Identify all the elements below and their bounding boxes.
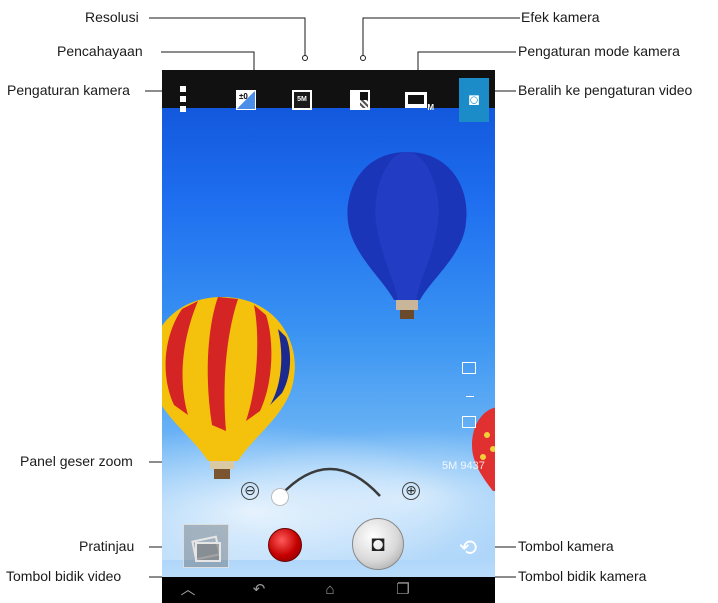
- exposure-icon[interactable]: ±0: [236, 90, 256, 110]
- callout-resolusi: Resolusi: [85, 9, 139, 25]
- remaining-shots-counter: 5M 9437: [442, 460, 485, 472]
- callout-pengaturan-kamera: Pengaturan kamera: [7, 82, 130, 98]
- effect-icon[interactable]: [350, 90, 370, 110]
- camera-toolbar: [162, 70, 495, 108]
- preview-thumbnail[interactable]: [183, 524, 229, 568]
- zoom-slider-track[interactable]: [274, 452, 386, 502]
- callout-tombol-kamera: Tombol kamera: [518, 538, 614, 554]
- resolution-icon[interactable]: 5M: [292, 90, 312, 110]
- camera-viewfinder[interactable]: ±0 5M M ◙ 5M 9437 ⊖ ⊕ ◘ ⟲ ︿ ↶ ⌂ ❐: [162, 70, 495, 603]
- callout-tombol-bidik-kamera: Tombol bidik kamera: [518, 568, 647, 584]
- camera-shutter-button[interactable]: ◘: [352, 518, 404, 570]
- callout-beralih-video: Beralih ke pengaturan video: [518, 82, 693, 98]
- mode-icon-text: M: [427, 103, 434, 112]
- zoom-out-button[interactable]: ⊖: [241, 482, 259, 500]
- callout-pencahayaan: Pencahayaan: [57, 43, 143, 59]
- recent-apps-icon[interactable]: ❐: [393, 581, 413, 599]
- camera-icon: ◘: [371, 531, 385, 556]
- side-film-icon: [462, 362, 476, 374]
- zoom-slider-knob[interactable]: [271, 488, 289, 506]
- video-shutter-button[interactable]: [268, 528, 302, 562]
- back-arrow-icon[interactable]: ↶: [249, 581, 269, 599]
- resolution-icon-text: 5M: [297, 96, 307, 103]
- gallery-icon: [191, 535, 221, 562]
- vertical-dots-icon[interactable]: [180, 86, 186, 112]
- camera-mode-icon[interactable]: M: [405, 92, 434, 112]
- callout-efek-kamera: Efek kamera: [521, 9, 600, 25]
- side-storage-icon: [462, 416, 476, 428]
- switch-camera-icon[interactable]: ⟲: [454, 535, 482, 561]
- blue-balloon-image: [347, 152, 467, 319]
- chevron-up-icon[interactable]: ︿: [178, 581, 198, 599]
- home-icon[interactable]: ⌂: [320, 581, 340, 599]
- video-camera-icon[interactable]: ◙: [459, 78, 489, 122]
- callout-pratinjau: Pratinjau: [79, 538, 135, 554]
- exposure-icon-text: ±0: [239, 92, 248, 101]
- callout-pengaturan-mode: Pengaturan mode kamera: [518, 43, 680, 59]
- callout-panel-zoom: Panel geser zoom: [20, 453, 133, 469]
- callout-tombol-bidik-video: Tombol bidik video: [6, 568, 122, 584]
- zoom-in-button[interactable]: ⊕: [402, 482, 420, 500]
- side-divider: [466, 396, 474, 397]
